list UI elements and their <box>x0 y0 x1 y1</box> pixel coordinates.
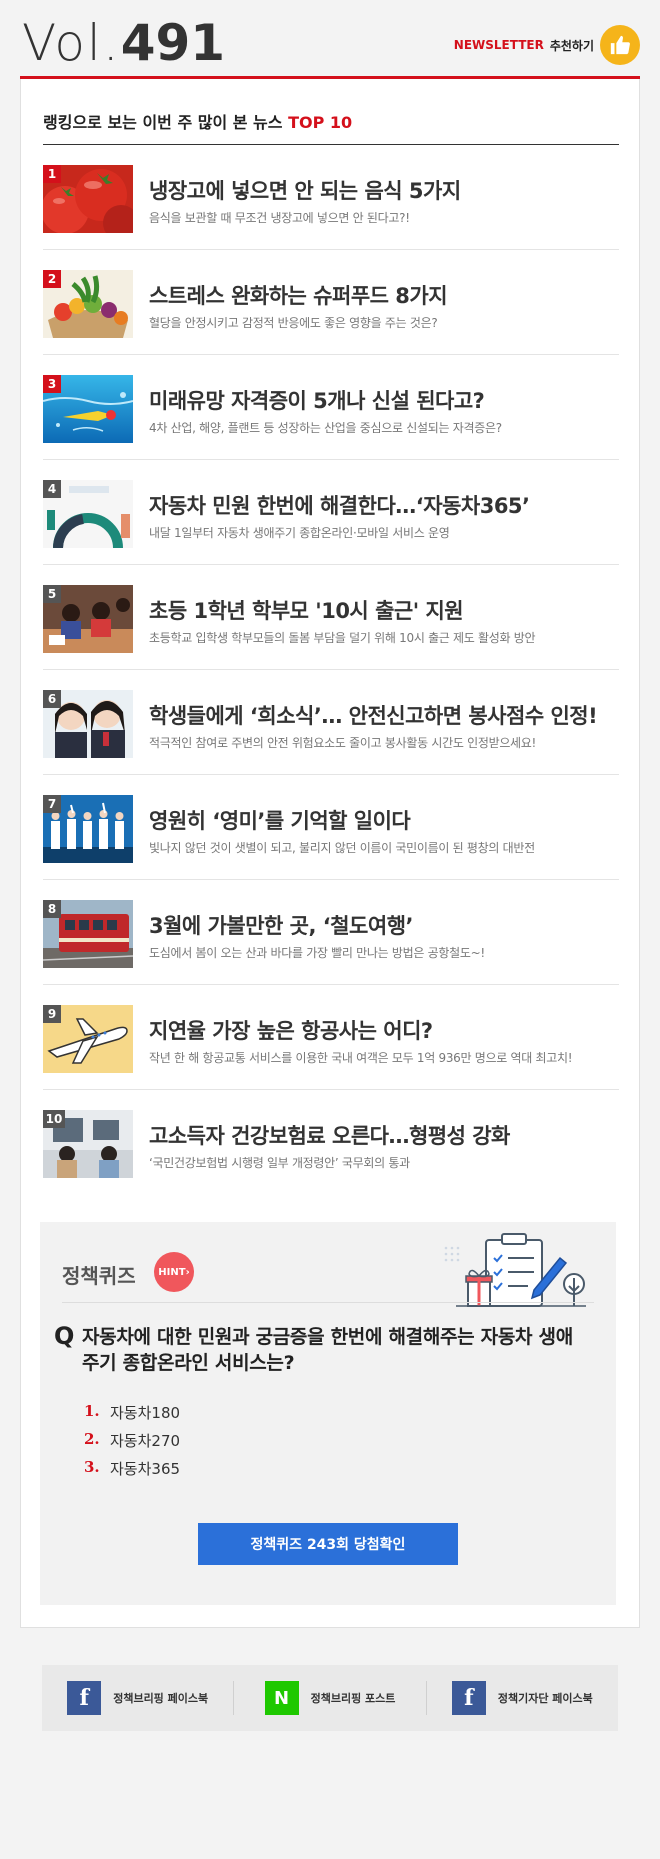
option-text: 자동차270 <box>110 1432 181 1450</box>
rank-badge: 7 <box>43 795 61 813</box>
hint-button[interactable]: HINT › <box>154 1252 194 1292</box>
rank-badge: 6 <box>43 690 61 708</box>
ranking-heading: 랭킹으로 보는 이번 주 많이 본 뉴스 TOP 10 <box>43 109 352 133</box>
option-text: 자동차180 <box>110 1404 181 1422</box>
news-title[interactable]: 고소득자 건강보험료 오른다…형평성 강화 <box>149 1120 510 1150</box>
news-title[interactable]: 미래유망 자격증이 5개나 신설 된다고? <box>149 385 485 415</box>
chevron-right-icon: › <box>185 1266 190 1278</box>
rank-badge: 8 <box>43 900 61 918</box>
news-title[interactable]: 냉장고에 넣으면 안 되는 음식 5가지 <box>149 175 461 205</box>
volume-label: Vol.491 <box>22 14 225 72</box>
news-description: 빛나지 않던 것이 샛별이 되고, 불리지 않던 이름이 국민이름이 된 평창의… <box>149 841 535 855</box>
news-description: 내달 1일부터 자동차 생애주기 종합온라인·모바일 서비스 운영 <box>149 526 450 540</box>
news-item-4[interactable]: 4 자동차 민원 한번에 해결한다…‘자동차365’ 내달 1일부터 자동차 생… <box>43 460 619 565</box>
news-thumbnail[interactable]: 5 <box>43 585 133 653</box>
news-item-7[interactable]: 7 영원히 ‘영미’를 기억할 일이다 빛나지 않던 것이 샛별이 되고, 불리… <box>43 775 619 880</box>
rank-badge: 2 <box>43 270 61 288</box>
facebook-icon: f <box>451 1681 486 1715</box>
footer-link-label: 정책기자단 페이스북 <box>497 1692 593 1705</box>
quiz-title: 정책퀴즈 <box>62 1264 136 1288</box>
newsletter-header: Vol.491 NEWSLETTER 추천하기 <box>20 0 640 76</box>
news-description: 음식을 보관할 때 무조건 냉장고에 넣으면 안 된다고?! <box>149 211 410 225</box>
news-item-9[interactable]: 9 지연율 가장 높은 항공사는 어디? 작년 한 해 항공교통 서비스를 이용… <box>43 985 619 1090</box>
footer-link-reporters-facebook[interactable]: f 정책기자단 페이스북 <box>427 1681 618 1715</box>
rank-badge: 9 <box>43 1005 61 1023</box>
footer-link-briefing-facebook[interactable]: f 정책브리핑 페이스북 <box>42 1681 233 1715</box>
quiz-question: 자동차에 대한 민원과 궁금증을 한번에 해결해주는 자동차 생애주기 종합온라… <box>82 1326 573 1374</box>
news-thumbnail[interactable]: 7 <box>43 795 133 863</box>
option-number: 2. <box>84 1430 100 1448</box>
quiz-option-1[interactable]: 1. 자동차180 <box>84 1402 180 1423</box>
newsletter-label: NEWSLETTER <box>453 38 544 52</box>
news-title[interactable]: 지연율 가장 높은 항공사는 어디? <box>149 1015 433 1045</box>
news-title[interactable]: 자동차 민원 한번에 해결한다…‘자동차365’ <box>149 490 530 520</box>
ranking-heading-text: 랭킹으로 보는 이번 주 많이 본 뉴스 <box>43 113 289 132</box>
news-thumbnail[interactable]: 1 <box>43 165 133 233</box>
rank-badge: 3 <box>43 375 61 393</box>
volume-number: 491 <box>120 14 226 72</box>
news-description: 혈당을 안정시키고 감정적 반응에도 좋은 영향을 주는 것은? <box>149 316 438 330</box>
news-description: 적극적인 참여로 주변의 안전 위험요소도 줄이고 봉사활동 시간도 인정받으세… <box>149 736 537 750</box>
news-description: 초등학교 입학생 학부모들의 돌봄 부담을 덜기 위해 10시 출근 제도 활성… <box>149 631 536 645</box>
question-mark-label: Q <box>54 1322 75 1350</box>
news-item-10[interactable]: 10 고소득자 건강보험료 오른다…형평성 강화 ‘국민건강보험법 시행령 일부… <box>43 1090 619 1195</box>
rank-badge: 5 <box>43 585 61 603</box>
news-title[interactable]: 초등 1학년 학부모 '10시 출근' 지원 <box>149 595 464 625</box>
newsletter-card: 랭킹으로 보는 이번 주 많이 본 뉴스 TOP 10 1 냉장고에 넣으면 안… <box>20 79 640 1628</box>
news-item-3[interactable]: 3 미래유망 자격증이 5개나 신설 된다고? 4차 산업, 해양, 플랜트 등… <box>43 355 619 460</box>
quiz-option-2[interactable]: 2. 자동차270 <box>84 1430 180 1451</box>
footer-link-briefing-post[interactable]: N 정책브리핑 포스트 <box>234 1681 425 1715</box>
rank-badge: 4 <box>43 480 61 498</box>
policy-quiz: 정책퀴즈 HINT › Q 자동차에 대한 민원과 궁금증을 한번에 해결해주는… <box>40 1222 616 1605</box>
news-thumbnail[interactable]: 2 <box>43 270 133 338</box>
news-title[interactable]: 학생들에게 ‘희소식’… 안전신고하면 봉사점수 인정! <box>149 700 598 730</box>
news-description: 작년 한 해 항공교통 서비스를 이용한 국내 여객은 모두 1억 936만 명… <box>149 1051 573 1065</box>
news-description: 4차 산업, 해양, 플랜트 등 성장하는 산업을 중심으로 신설되는 자격증은… <box>149 421 502 435</box>
rank-badge: 10 <box>43 1110 65 1128</box>
news-thumbnail[interactable]: 10 <box>43 1110 133 1178</box>
news-description: ‘국민건강보험법 시행령 일부 개정령안’ 국무회의 통과 <box>149 1156 410 1170</box>
social-footer: f 정책브리핑 페이스북 N 정책브리핑 포스트 f 정책기자단 페이스북 <box>42 1665 618 1731</box>
option-number: 3. <box>84 1458 100 1476</box>
recommend-newsletter-link[interactable]: NEWSLETTER 추천하기 <box>454 25 640 65</box>
rank-badge: 1 <box>43 165 61 183</box>
footer-link-label: 정책브리핑 페이스북 <box>113 1692 209 1705</box>
option-text: 자동차365 <box>110 1460 181 1478</box>
news-description: 도심에서 봄이 오는 산과 바다를 가장 빨리 만나는 방법은 공항철도~! <box>149 946 485 960</box>
news-title[interactable]: 스트레스 완화하는 슈퍼푸드 8가지 <box>149 280 448 310</box>
news-item-2[interactable]: 2 스트레스 완화하는 슈퍼푸드 8가지 혈당을 안정시키고 감정적 반응에도 … <box>43 250 619 355</box>
news-item-6[interactable]: 6 학생들에게 ‘희소식’… 안전신고하면 봉사점수 인정! 적극적인 참여로 … <box>43 670 619 775</box>
option-number: 1. <box>84 1402 100 1420</box>
news-title[interactable]: 3월에 가볼만한 곳, ‘철도여행’ <box>149 910 414 940</box>
news-thumbnail[interactable]: 9 <box>43 1005 133 1073</box>
hint-label: HINT <box>158 1266 186 1278</box>
quiz-checklist-icon <box>438 1228 588 1308</box>
news-title[interactable]: 영원히 ‘영미’를 기억할 일이다 <box>149 805 411 835</box>
news-thumbnail[interactable]: 6 <box>43 690 133 758</box>
quiz-divider <box>62 1302 594 1303</box>
news-thumbnail[interactable]: 4 <box>43 480 133 548</box>
news-thumbnail[interactable]: 8 <box>43 900 133 968</box>
naver-post-icon: N <box>264 1681 299 1715</box>
recommend-label: 추천하기 <box>549 38 594 53</box>
quiz-option-3[interactable]: 3. 자동차365 <box>84 1458 180 1479</box>
footer-link-label: 정책브리핑 포스트 <box>310 1692 396 1705</box>
news-item-8[interactable]: 8 3월에 가볼만한 곳, ‘철도여행’ 도심에서 봄이 오는 산과 바다를 가… <box>43 880 619 985</box>
news-item-1[interactable]: 1 냉장고에 넣으면 안 되는 음식 5가지 음식을 보관할 때 무조건 냉장고… <box>43 145 619 250</box>
ranking-heading-top: TOP 10 <box>288 113 353 132</box>
quiz-winner-check-button[interactable]: 정책퀴즈 243회 당첨확인 <box>198 1523 458 1565</box>
news-thumbnail[interactable]: 3 <box>43 375 133 443</box>
facebook-icon: f <box>67 1681 102 1715</box>
thumbs-up-icon[interactable] <box>600 25 640 65</box>
volume-prefix: Vol. <box>22 14 121 72</box>
news-item-5[interactable]: 5 초등 1학년 학부모 '10시 출근' 지원 초등학교 입학생 학부모들의 … <box>43 565 619 670</box>
